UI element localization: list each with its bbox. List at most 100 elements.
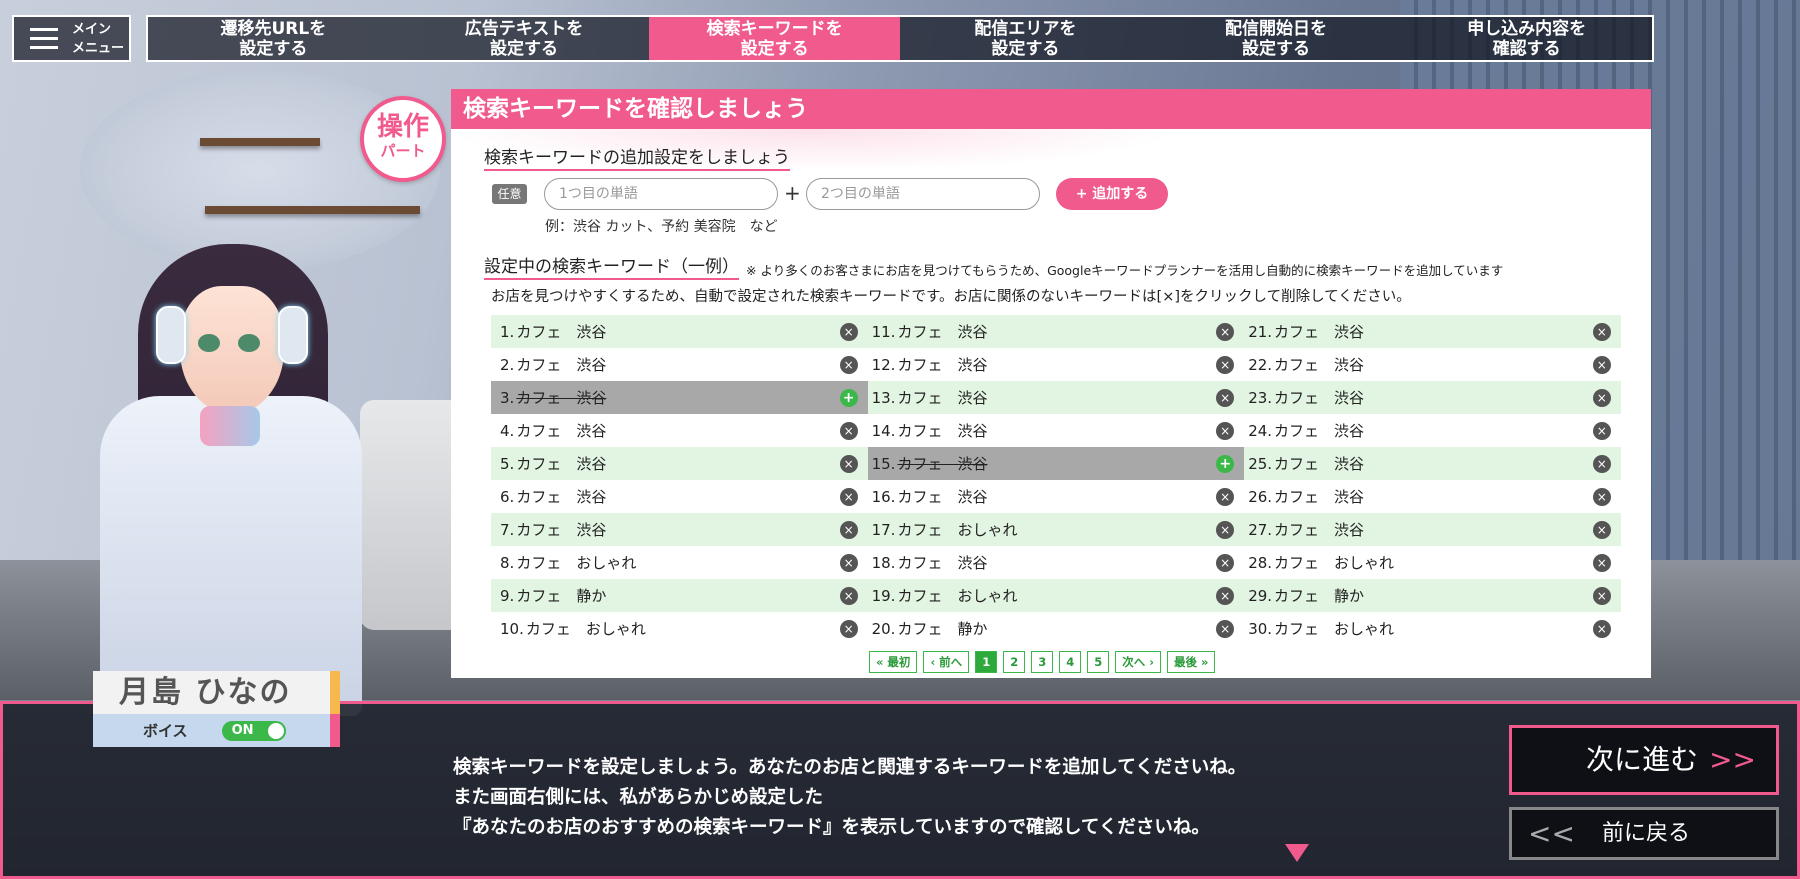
keyword-text: カフェ おしゃれ (525, 620, 646, 638)
remove-keyword-icon[interactable]: × (839, 323, 858, 341)
next-button[interactable]: 次に進む >> (1509, 725, 1779, 795)
character-avatar (80, 236, 380, 716)
add-keyword-button[interactable]: + 追加する (1056, 178, 1168, 210)
remove-keyword-icon[interactable]: × (839, 455, 858, 473)
voice-toggle[interactable]: ON (221, 720, 286, 741)
keyword-number: 7. (500, 520, 515, 539)
remove-keyword-icon[interactable]: × (1592, 323, 1611, 341)
keyword-text: カフェ 渋谷 (1274, 389, 1365, 407)
remove-keyword-icon[interactable]: × (1216, 389, 1235, 407)
keyword-row: 12. カフェ 渋谷 × (868, 348, 1245, 381)
keyword-number: 9. (500, 586, 515, 605)
remove-keyword-icon[interactable]: × (1592, 620, 1611, 638)
page-number-button[interactable]: 4 (1059, 651, 1082, 673)
keyword-text: カフェ 渋谷 (1274, 422, 1365, 440)
keyword-number: 24. (1248, 421, 1273, 440)
step-start-date[interactable]: 配信開始日を 設定する (1151, 17, 1402, 60)
keyword-text: カフェ 渋谷 (516, 356, 607, 374)
remove-keyword-icon[interactable]: × (1592, 521, 1611, 539)
voice-row: ボイス ON (93, 714, 340, 747)
remove-keyword-icon[interactable]: × (1216, 488, 1235, 506)
keyword-number: 14. (871, 421, 896, 440)
keyword-input-2[interactable] (806, 178, 1040, 210)
step-url[interactable]: 遷移先URLを 設定する (148, 17, 399, 60)
keyword-text: カフェ 渋谷 (516, 422, 607, 440)
remove-keyword-icon[interactable]: × (1592, 356, 1611, 374)
step-area[interactable]: 配信エリアを 設定する (900, 17, 1151, 60)
keyword-row: 27. カフェ 渋谷 × (1244, 513, 1621, 546)
remove-keyword-icon[interactable]: × (1216, 323, 1235, 341)
page-number-button[interactable]: 2 (1003, 651, 1026, 673)
remove-keyword-icon[interactable]: × (1216, 620, 1235, 638)
keyword-text: カフェ 渋谷 (516, 488, 607, 506)
keyword-row: 16. カフェ 渋谷 × (868, 480, 1245, 513)
headphone-icon (156, 306, 186, 364)
keyword-row: 11. カフェ 渋谷 × (867, 315, 1245, 348)
remove-keyword-icon[interactable]: × (1592, 587, 1611, 605)
remove-keyword-icon[interactable]: × (1216, 422, 1235, 440)
remove-keyword-icon[interactable]: × (839, 587, 858, 605)
keyword-row: 19. カフェ おしゃれ × (867, 579, 1245, 612)
restore-keyword-icon[interactable]: + (839, 389, 858, 407)
remove-keyword-icon[interactable]: × (1216, 356, 1235, 374)
remove-keyword-icon[interactable]: × (839, 356, 858, 374)
main-menu-button[interactable]: メイン メニュー (12, 15, 131, 62)
keyword-number: 21. (1248, 322, 1273, 341)
keyword-row: 4. カフェ 渋谷 × (491, 414, 868, 447)
keyword-number: 26. (1248, 487, 1273, 506)
remove-keyword-icon[interactable]: × (1216, 554, 1235, 572)
remove-keyword-icon[interactable]: × (839, 488, 858, 506)
keyword-text: カフェ 静か (516, 587, 607, 605)
keyword-row: 30. カフェ おしゃれ × (1244, 612, 1621, 645)
back-button[interactable]: << 前に戻る (1509, 807, 1779, 860)
step-ad-text[interactable]: 広告テキストを 設定する (399, 17, 650, 60)
remove-keyword-icon[interactable]: × (839, 620, 858, 638)
hamburger-icon (30, 27, 58, 50)
page-number-button[interactable]: 1 (975, 651, 998, 673)
keyword-number: 13. (871, 388, 896, 407)
restore-keyword-icon[interactable]: + (1216, 455, 1235, 473)
keyword-row: 28. カフェ おしゃれ × (1244, 546, 1621, 579)
keyword-number: 22. (1248, 355, 1273, 374)
remove-keyword-icon[interactable]: × (1592, 554, 1611, 572)
remove-keyword-icon[interactable]: × (839, 554, 858, 572)
keyword-number: 15. (871, 454, 896, 473)
remove-keyword-icon[interactable]: × (1592, 389, 1611, 407)
keyword-number: 3. (500, 388, 515, 407)
keyword-row: 9. カフェ 静か × (491, 579, 868, 612)
chevron-left-icon: << (1528, 817, 1575, 850)
keyword-planner-note: ※ より多くのお客さまにお店を見つけてもらうため、Googleキーワードプランナ… (746, 263, 1504, 278)
character-face (180, 286, 284, 414)
keyword-input-1[interactable] (544, 178, 778, 210)
keyword-text: カフェ 渋谷 (516, 323, 607, 341)
toggle-knob (267, 722, 284, 739)
page-number-button[interactable]: 5 (1087, 651, 1110, 673)
optional-tag: 任意 (492, 184, 527, 204)
page-last-button[interactable]: 最後 » (1167, 651, 1216, 673)
character-eye (198, 334, 220, 352)
step-confirm[interactable]: 申し込み内容を 確認する (1401, 17, 1652, 60)
page-next-button[interactable]: 次へ › (1115, 651, 1162, 673)
step-keywords[interactable]: 検索キーワードを 設定する (649, 17, 901, 60)
keyword-number: 1. (500, 322, 515, 341)
continue-indicator-icon[interactable] (1285, 844, 1309, 862)
remove-keyword-icon[interactable]: × (1592, 422, 1611, 440)
keyword-column: 11. カフェ 渋谷 × 12. カフェ 渋谷 × 13. カフェ 渋谷 × 14. カフェ 渋谷 ×… (867, 315, 1245, 645)
keyword-number: 8. (500, 553, 515, 572)
keyword-number: 11. (871, 322, 896, 341)
keyword-row: 6. カフェ 渋谷 × (491, 480, 868, 513)
page-number-button[interactable]: 3 (1031, 651, 1054, 673)
remove-keyword-icon[interactable]: × (839, 422, 858, 440)
keyword-row: 18. カフェ 渋谷 × (868, 546, 1245, 579)
remove-keyword-icon[interactable]: × (1216, 587, 1235, 605)
page-prev-button[interactable]: ‹ 前へ (923, 651, 970, 673)
remove-keyword-icon[interactable]: × (1216, 521, 1235, 539)
remove-keyword-icon[interactable]: × (1592, 455, 1611, 473)
keyword-text: カフェ 渋谷 (1274, 455, 1365, 473)
remove-keyword-icon[interactable]: × (1592, 488, 1611, 506)
page-first-button[interactable]: « 最初 (869, 651, 918, 673)
list-section-title: 設定中の検索キーワード（一例） (484, 256, 739, 280)
dialog-text: 検索キーワードを設定しましょう。あなたのお店と関連するキーワードを追加してくださ… (453, 753, 1246, 843)
keyword-number: 19. (871, 586, 896, 605)
remove-keyword-icon[interactable]: × (839, 521, 858, 539)
